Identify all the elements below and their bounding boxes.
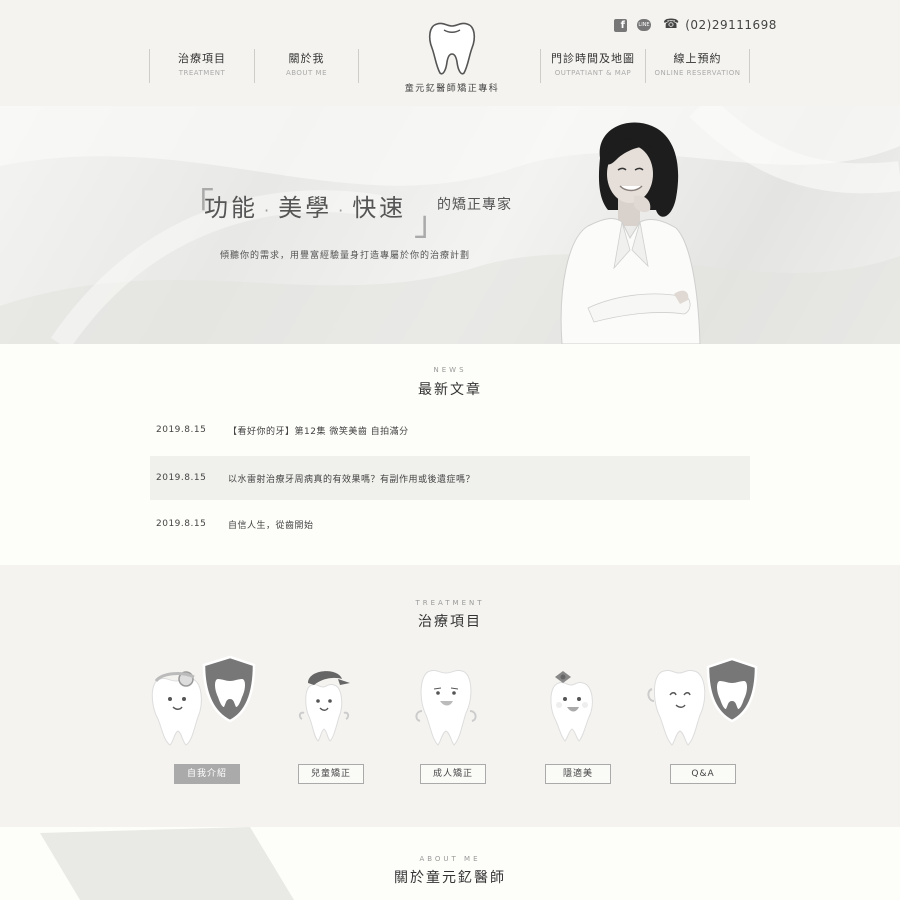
hero-title: 功能 · 美學 · 快速: [204, 188, 406, 223]
about-label-en: ABOUT ME: [419, 855, 481, 863]
news-title-link[interactable]: 自信人生，從齒開始: [228, 518, 314, 531]
phone-icon: ☎: [663, 17, 680, 32]
nav-item-about[interactable]: 關於我 ABOUT ME: [254, 49, 359, 83]
treatment-card-invisalign[interactable]: 隱適美: [513, 655, 638, 785]
news-section: NEWS 最新文章 2019.8.15 【看好你的牙】第12集 微笑美齒 自拍滿…: [0, 344, 900, 565]
nav-item-online-reservation[interactable]: 線上預約 ONLINE RESERVATION: [645, 49, 750, 83]
child-tooth-icon: [298, 671, 350, 742]
treatment-section: TREATMENT 治療項目 自我介紹 兒童矯正 成人矯正 隱適美 Q&A: [0, 565, 900, 827]
qa-tooth-shield-icon: [647, 657, 758, 746]
about-section: ABOUT ME 關於童元釔醫師: [0, 827, 900, 900]
news-item[interactable]: 2019.8.15 自信人生，從齒開始: [150, 502, 750, 546]
nav-item-sublabel: TREATMENT: [178, 69, 226, 77]
news-title-link[interactable]: 以水雷射治療牙周病真的有效果嗎？有副作用或後遺症嗎？: [228, 472, 475, 485]
treatment-button-adult[interactable]: 成人矯正: [420, 764, 486, 784]
facebook-icon[interactable]: f: [614, 18, 627, 32]
hero-banner: 「 功能 · 美學 · 快速 」 的矯正專家 傾聽你的需求，用豐富經驗量身打造專屬於你的…: [0, 106, 900, 344]
nav-item-label: 治療項目: [178, 52, 226, 65]
treatment-card-qa[interactable]: Q&A: [638, 655, 763, 785]
news-title-link[interactable]: 【看好你的牙】第12集 微笑美齒 自拍滿分: [228, 424, 409, 437]
treatment-card-adult[interactable]: 成人矯正: [388, 655, 513, 785]
nav-item-outpatient-map[interactable]: 門診時間及地圖 OUTPATIANT & MAP: [540, 49, 645, 83]
hero-background-swirl: [0, 106, 900, 344]
contact-bar: f LINE ☎ (02)29111698: [614, 17, 777, 33]
nav-item-sublabel: ONLINE RESERVATION: [654, 69, 741, 77]
adult-tooth-icon: [415, 669, 477, 746]
doctor-portrait: [560, 122, 701, 344]
news-label-en: NEWS: [433, 366, 467, 374]
hero-word: 快速: [352, 194, 407, 222]
hero-separator: ·: [264, 201, 273, 220]
treatment-label-en: TREATMENT: [415, 599, 485, 607]
site-header: f LINE ☎ (02)29111698 治療項目 TREATMENT 關於我…: [0, 0, 900, 106]
about-title: 關於童元釔醫師: [394, 870, 506, 886]
news-date: 2019.8.15: [156, 473, 207, 483]
doctor-tooth-shield-icon: [151, 655, 256, 746]
news-item[interactable]: 2019.8.15 【看好你的牙】第12集 微笑美齒 自拍滿分: [150, 408, 750, 452]
treatment-button-intro[interactable]: 自我介紹: [174, 764, 240, 784]
nav-item-treatment[interactable]: 治療項目 TREATMENT: [149, 49, 254, 83]
hero-word: 功能: [204, 194, 258, 222]
treatment-button-qa[interactable]: Q&A: [670, 764, 736, 784]
about-decor-shape: [0, 827, 294, 900]
treatment-card-child[interactable]: 兒童矯正: [266, 655, 391, 785]
nav-item-label: 門診時間及地圖: [551, 52, 635, 65]
treatment-button-child[interactable]: 兒童矯正: [298, 764, 364, 784]
nav-item-label: 關於我: [288, 52, 325, 65]
treatment-title: 治療項目: [418, 614, 482, 630]
site-logo[interactable]: 童元釔醫師矯正專科: [400, 18, 504, 94]
line-icon[interactable]: LINE: [637, 19, 651, 31]
tooth-logo-icon: [428, 22, 476, 75]
nav-item-sublabel: OUTPATIANT & MAP: [554, 69, 632, 77]
nav-item-label: 線上預約: [673, 52, 722, 65]
nav-left: 治療項目 TREATMENT 關於我 ABOUT ME: [149, 49, 359, 83]
hero-suffix: 的矯正專家: [437, 197, 512, 213]
nav-right: 門診時間及地圖 OUTPATIANT & MAP 線上預約 ONLINE RES…: [540, 49, 750, 83]
bow-tooth-icon: [550, 671, 593, 742]
news-title: 最新文章: [418, 382, 482, 398]
treatment-card-intro[interactable]: 自我介紹: [142, 655, 267, 785]
news-date: 2019.8.15: [156, 519, 207, 529]
news-item[interactable]: 2019.8.15 以水雷射治療牙周病真的有效果嗎？有副作用或後遺症嗎？: [150, 456, 750, 500]
hero-subtitle: 傾聽你的需求，用豐富經驗量身打造專屬於你的治療計劃: [220, 251, 471, 261]
hero-word: 美學: [278, 194, 333, 222]
logo-text: 童元釔醫師矯正專科: [404, 84, 500, 94]
news-date: 2019.8.15: [156, 425, 207, 435]
treatment-button-invisalign[interactable]: 隱適美: [545, 764, 611, 784]
nav-item-sublabel: ABOUT ME: [285, 69, 328, 77]
hero-separator: ·: [338, 201, 347, 220]
phone-number[interactable]: (02)29111698: [685, 18, 777, 32]
